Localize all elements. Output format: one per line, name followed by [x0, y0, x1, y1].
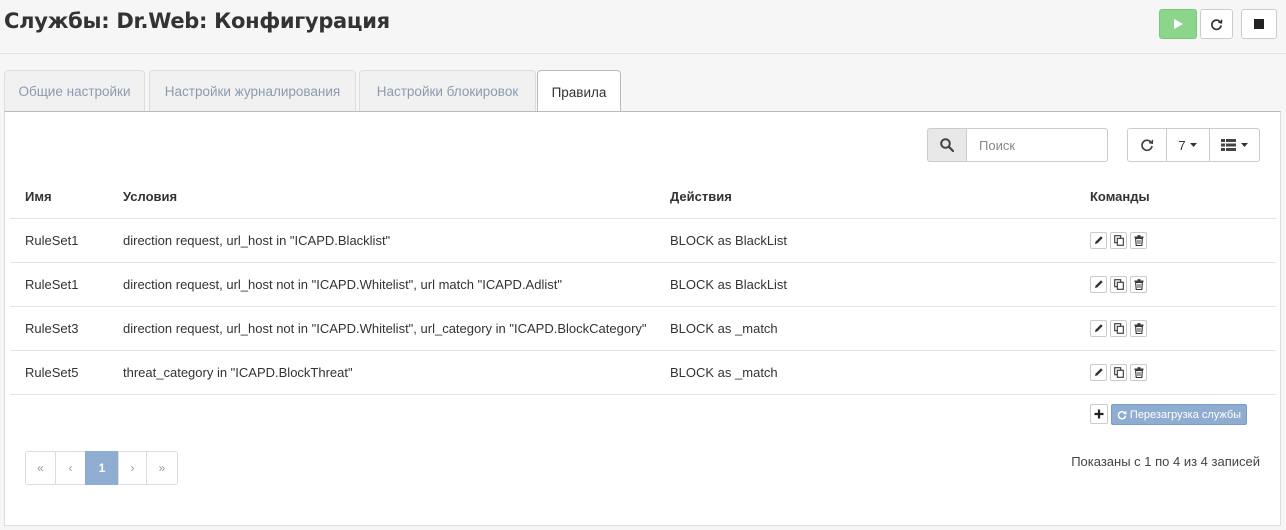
- rule-actions: BLOCK as _match: [655, 306, 1075, 351]
- delete-button[interactable]: [1130, 275, 1147, 293]
- refresh-icon: [1211, 18, 1223, 30]
- pagination-page-1[interactable]: 1: [85, 451, 119, 485]
- copy-icon: [1113, 366, 1124, 378]
- rule-actions: BLOCK as BlackList: [655, 262, 1075, 307]
- tab-general-settings[interactable]: Общие настройки: [4, 70, 145, 112]
- start-service-button[interactable]: [1159, 9, 1197, 39]
- table-row[interactable]: RuleSet1 direction request, url_host not…: [10, 262, 1276, 307]
- rule-name: RuleSet5: [10, 350, 108, 395]
- edit-button[interactable]: [1090, 231, 1107, 249]
- pagination-next[interactable]: ›: [118, 451, 147, 485]
- page-title: Службы: Dr.Web: Конфигурация: [4, 9, 390, 33]
- rule-actions: BLOCK as BlackList: [655, 218, 1075, 263]
- trash-icon: [1134, 234, 1143, 246]
- column-header-conditions[interactable]: Условия: [108, 176, 655, 219]
- copy-icon: [1113, 278, 1124, 290]
- add-rule-button[interactable]: [1090, 404, 1108, 424]
- trash-icon: [1134, 278, 1143, 290]
- grid-toolbar: 7: [1127, 128, 1260, 162]
- rules-panel: 7 Имя Условия Действия Команды RuleSet1 …: [4, 111, 1281, 526]
- trash-icon: [1134, 366, 1143, 378]
- search-button[interactable]: [927, 128, 967, 162]
- rule-commands: [1075, 218, 1276, 263]
- rule-conditions: direction request, url_host not in "ICAP…: [108, 262, 655, 307]
- refresh-grid-button[interactable]: [1127, 128, 1167, 162]
- table-row[interactable]: RuleSet5 threat_category in "ICAPD.Block…: [10, 350, 1276, 395]
- column-header-commands: Команды: [1075, 176, 1276, 219]
- rule-conditions: direction request, url_host not in "ICAP…: [108, 306, 655, 351]
- search-icon: [940, 138, 954, 152]
- delete-button[interactable]: [1130, 231, 1147, 249]
- trash-icon: [1134, 322, 1143, 334]
- caret-down-icon: [1189, 143, 1197, 147]
- stop-icon: [1254, 19, 1264, 29]
- column-header-actions[interactable]: Действия: [655, 176, 1075, 219]
- list-icon: [1220, 139, 1236, 151]
- rule-name: RuleSet1: [10, 218, 108, 263]
- copy-button[interactable]: [1110, 363, 1127, 381]
- pagination-info: Показаны с 1 по 4 из 4 записей: [1071, 454, 1260, 469]
- delete-button[interactable]: [1130, 319, 1147, 337]
- pencil-icon: [1094, 324, 1103, 332]
- plus-icon: [1094, 409, 1104, 419]
- restart-service-label: Перезагрузка службы: [1129, 408, 1242, 421]
- pagination-last[interactable]: »: [146, 451, 178, 485]
- refresh-icon: [1141, 139, 1154, 152]
- pencil-icon: [1094, 236, 1103, 244]
- restart-service-button[interactable]: Перезагрузка службы: [1111, 404, 1247, 425]
- table-row[interactable]: RuleSet3 direction request, url_host not…: [10, 306, 1276, 351]
- play-icon: [1174, 19, 1183, 29]
- stop-service-button[interactable]: [1241, 9, 1277, 39]
- tab-lock-settings[interactable]: Настройки блокировок: [359, 70, 536, 112]
- edit-button[interactable]: [1090, 319, 1107, 337]
- caret-down-icon: [1240, 143, 1248, 147]
- pagination-first[interactable]: «: [25, 451, 56, 485]
- rule-conditions: threat_category in "ICAPD.BlockThreat": [108, 350, 655, 395]
- rule-name: RuleSet1: [10, 262, 108, 307]
- tab-rules[interactable]: Правила: [537, 70, 621, 113]
- copy-icon: [1113, 234, 1124, 246]
- page-header: Службы: Dr.Web: Конфигурация: [0, 0, 1286, 54]
- rule-name: RuleSet3: [10, 306, 108, 351]
- delete-button[interactable]: [1130, 363, 1147, 381]
- copy-icon: [1113, 322, 1124, 334]
- pagination: « ‹ 1 › »: [25, 451, 178, 485]
- rules-table: Имя Условия Действия Команды RuleSet1 di…: [10, 176, 1276, 395]
- pencil-icon: [1094, 368, 1103, 376]
- column-header-name[interactable]: Имя: [10, 176, 108, 219]
- page-size-dropdown[interactable]: 7: [1166, 128, 1210, 162]
- tab-logging-settings[interactable]: Настройки журналирования: [149, 70, 356, 112]
- pencil-icon: [1094, 280, 1103, 288]
- rule-conditions: direction request, url_host in "ICAPD.Bl…: [108, 218, 655, 263]
- copy-button[interactable]: [1110, 231, 1127, 249]
- copy-button[interactable]: [1110, 319, 1127, 337]
- page-size-value: 7: [1178, 137, 1186, 153]
- rule-actions: BLOCK as _match: [655, 350, 1075, 395]
- rule-commands: [1075, 350, 1276, 395]
- pagination-prev[interactable]: ‹: [55, 451, 86, 485]
- columns-dropdown[interactable]: [1209, 128, 1260, 162]
- rule-commands: [1075, 262, 1276, 307]
- copy-button[interactable]: [1110, 275, 1127, 293]
- table-header-row: Имя Условия Действия Команды: [10, 176, 1276, 219]
- search-group: [927, 128, 1108, 162]
- rule-commands: [1075, 306, 1276, 351]
- search-input[interactable]: [967, 128, 1108, 162]
- edit-button[interactable]: [1090, 363, 1107, 381]
- edit-button[interactable]: [1090, 275, 1107, 293]
- restart-service-button[interactable]: [1200, 9, 1233, 39]
- table-row[interactable]: RuleSet1 direction request, url_host in …: [10, 218, 1276, 263]
- refresh-icon: [1117, 410, 1127, 419]
